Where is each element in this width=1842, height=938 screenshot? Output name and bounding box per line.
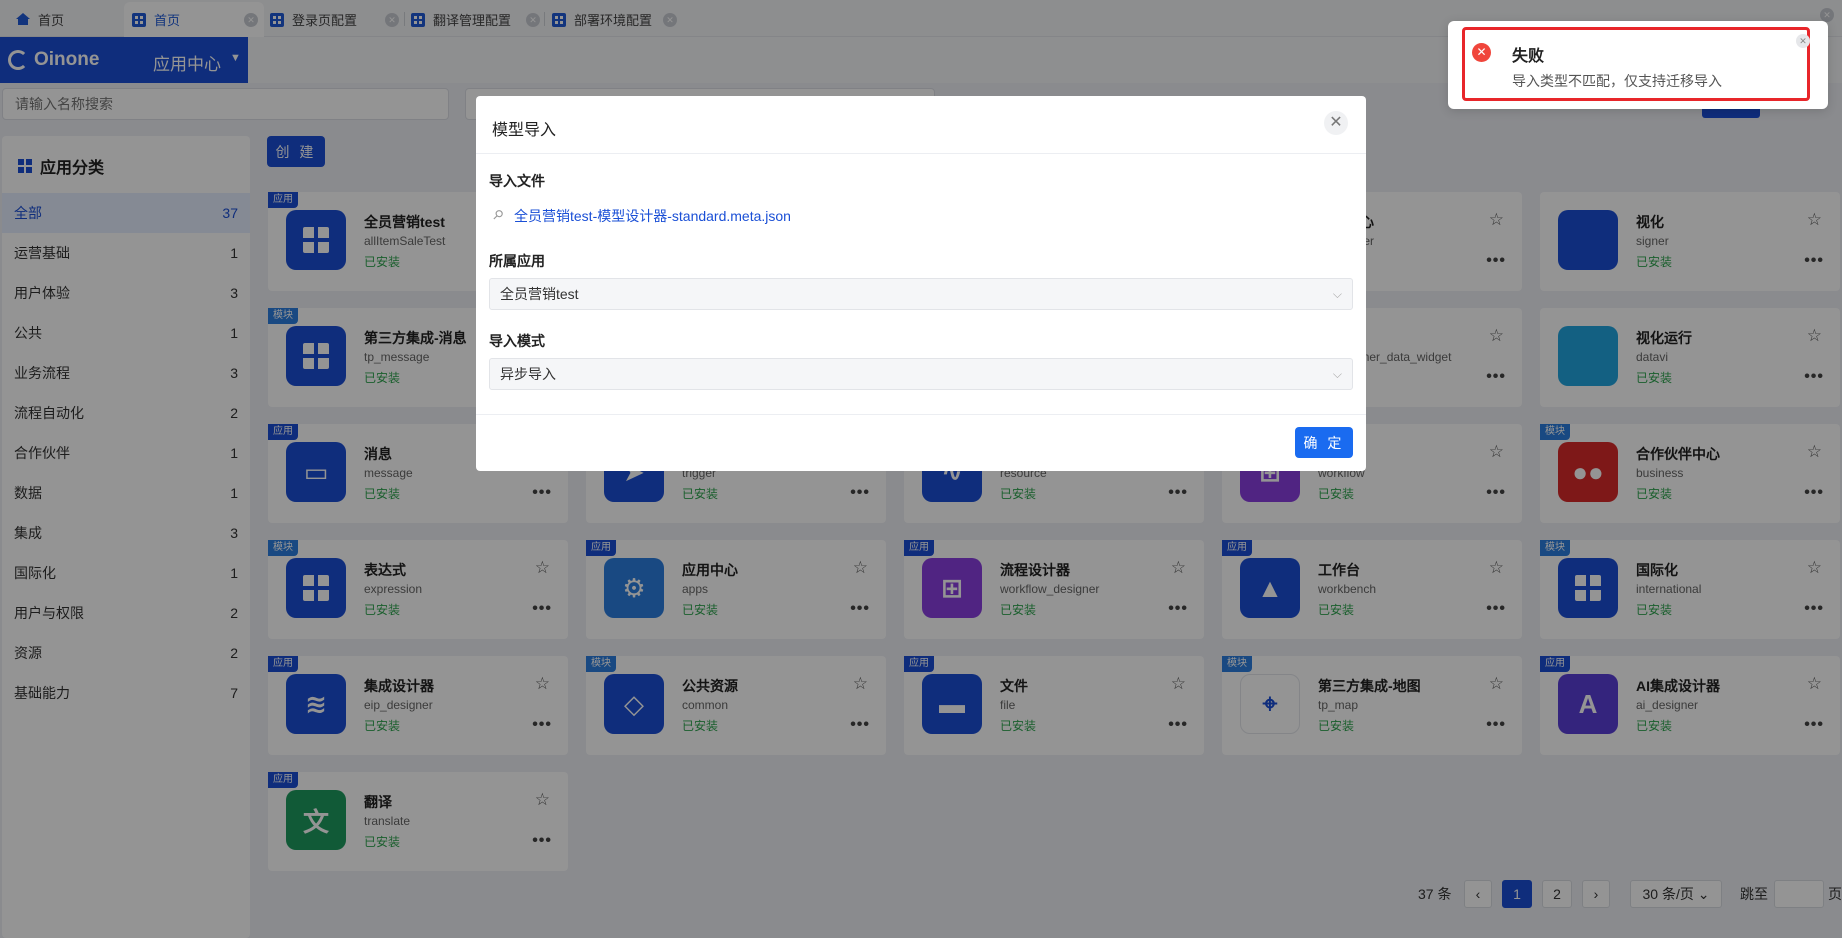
dialog-header: 模型导入 ✕ (476, 96, 1366, 154)
confirm-button[interactable]: 确 定 (1295, 427, 1353, 458)
dialog-footer-divider (476, 414, 1366, 415)
error-icon: ✕ (1472, 43, 1491, 62)
mode-select-value: 异步导入 (500, 366, 556, 382)
chevron-down-icon: ⌵ (1332, 287, 1342, 301)
mode-label: 导入模式 (489, 333, 545, 349)
app-select[interactable]: 全员营销test ⌵ (489, 278, 1353, 310)
chevron-down-icon: ⌵ (1332, 367, 1342, 381)
toast-message: 导入类型不匹配，仅支持迁移导入 (1512, 73, 1722, 89)
app-label: 所属应用 (489, 253, 545, 269)
toast-title: 失败 (1512, 48, 1545, 65)
app-select-value: 全员营销test (500, 286, 579, 302)
import-file-link[interactable]: 全员营销test-模型设计器-standard.meta.json (514, 206, 791, 226)
model-import-dialog: 模型导入 ✕ 导入文件 ⚲ 全员营销test-模型设计器-standard.me… (476, 96, 1366, 471)
paperclip-icon: ⚲ (489, 205, 507, 224)
close-icon[interactable]: ✕ (1324, 111, 1348, 135)
mode-select[interactable]: 异步导入 ⌵ (489, 358, 1353, 390)
error-toast: ✕ 失败 导入类型不匹配，仅支持迁移导入 ✕ (1448, 21, 1828, 109)
close-icon[interactable]: ✕ (1796, 34, 1810, 48)
dialog-title: 模型导入 (492, 122, 557, 139)
file-label: 导入文件 (489, 173, 545, 189)
